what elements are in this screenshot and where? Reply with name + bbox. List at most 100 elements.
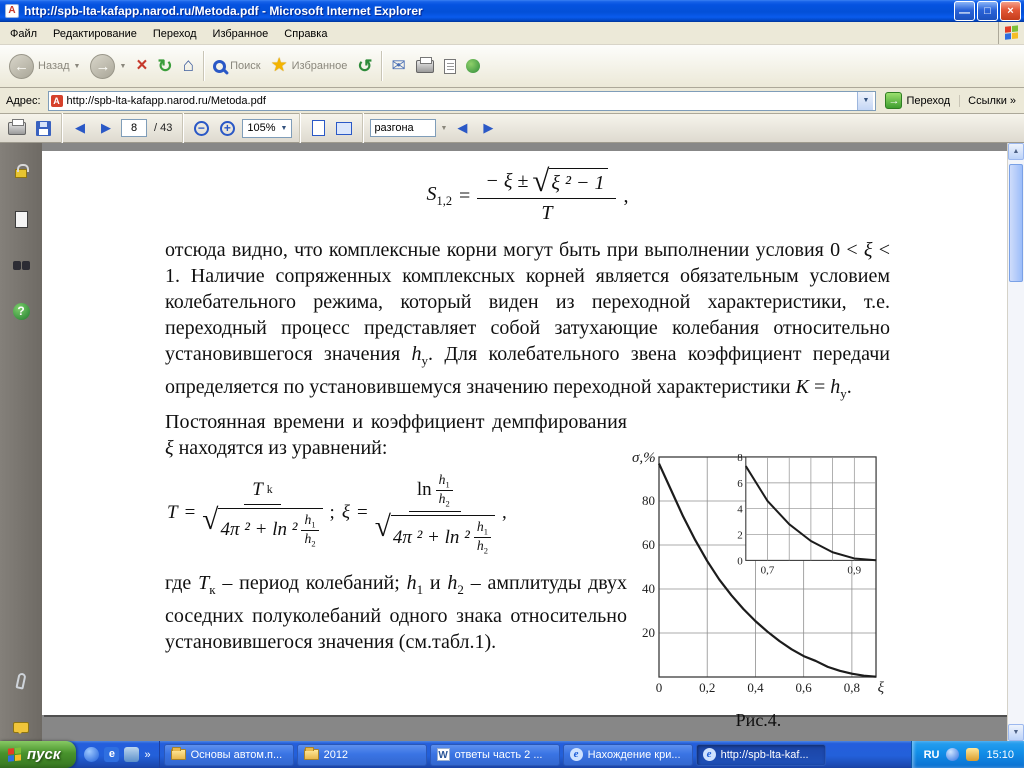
refresh-button[interactable]: ↻ — [154, 53, 177, 79]
maximize-button[interactable]: □ — [977, 1, 998, 21]
title-bar: A http://spb-lta-kafapp.narod.ru/Metoda.… — [0, 0, 1024, 22]
edit-page-icon — [443, 58, 456, 74]
acrobat-search-dropdown-icon[interactable]: ▼ — [440, 125, 447, 132]
back-dropdown-icon[interactable]: ▼ — [74, 63, 81, 70]
find-previous-button[interactable]: ◀ — [451, 117, 473, 139]
forward-button[interactable]: → ▼ — [86, 51, 130, 82]
close-button[interactable]: × — [1000, 1, 1021, 21]
f1-numerator: − ξ ± √ ξ ² − 1 — [477, 165, 617, 199]
figure-caption: Рис.4. — [735, 710, 782, 730]
address-dropdown-icon[interactable]: ▼ — [857, 91, 874, 110]
acrobat-save-button[interactable] — [32, 117, 54, 139]
mail-button[interactable]: ✉ — [387, 53, 409, 79]
next-page-icon: ▶ — [101, 120, 111, 135]
menu-item-Избранное[interactable]: Избранное — [205, 24, 277, 44]
minimize-button[interactable]: — — [954, 1, 975, 21]
zoom-out-button[interactable]: − — [190, 117, 212, 139]
search-label: Поиск — [230, 60, 261, 72]
two-column-section: Постоянная времени и коэффициент демпфир… — [165, 409, 890, 731]
f2-xi: ξ — [341, 502, 350, 524]
fit-width-button[interactable] — [333, 117, 355, 139]
home-button[interactable]: ⌂ — [179, 53, 198, 79]
task-buttons: Основы автом.п... 2012 Wответы часть 2 ...… — [160, 741, 911, 768]
zoom-in-button[interactable]: + — [216, 117, 238, 139]
task-button-label: Нахождение кри... — [587, 748, 681, 761]
menu-item-Файл[interactable]: Файл — [2, 24, 45, 44]
scroll-down-button[interactable]: ▼ — [1008, 724, 1024, 741]
task-button[interactable]: Основы автом.п... — [163, 743, 294, 766]
language-indicator[interactable]: RU — [924, 749, 940, 761]
formula-t-xi: T = Tk √ 4π ² + ln ² h1 h2 ; ξ = ln h1 h… — [167, 471, 627, 556]
search-button[interactable]: Поиск — [209, 57, 264, 76]
f1-equals: = — [459, 184, 471, 207]
zoom-out-icon: − — [193, 120, 209, 136]
tray-icon-2[interactable] — [966, 748, 980, 761]
help-button[interactable]: ? — [7, 297, 35, 325]
comments-button[interactable] — [7, 713, 35, 741]
task-button[interactable]: Wответы часть 2 ... — [429, 743, 560, 766]
history-icon: ↺ — [357, 56, 373, 76]
history-button[interactable]: ↺ — [353, 53, 376, 79]
acrobat-print-button[interactable] — [6, 117, 28, 139]
back-button[interactable]: ← Назад ▼ — [5, 51, 84, 82]
quick-launch-icon-3[interactable] — [124, 747, 140, 762]
fit-page-button[interactable] — [307, 117, 329, 139]
favorites-star-icon: ★ — [270, 55, 288, 76]
quick-launch-chevron-icon[interactable]: » — [144, 749, 150, 761]
vertical-scrollbar[interactable]: ▲ ▼ — [1007, 143, 1024, 741]
back-label: Назад — [38, 60, 70, 72]
search-results-button[interactable] — [7, 251, 35, 279]
next-page-button[interactable]: ▶ — [95, 117, 117, 139]
menu-item-Редактирование[interactable]: Редактирование — [45, 24, 145, 44]
address-label: Адрес: — [6, 94, 41, 107]
links-label: Ссылки — [968, 94, 1007, 107]
quick-launch-ie-icon[interactable]: e — [104, 747, 120, 762]
task-button[interactable]: e http://spb-lta-kaf... — [695, 743, 826, 766]
attachments-button[interactable] — [7, 667, 35, 695]
address-input[interactable] — [66, 94, 854, 107]
task-button[interactable]: e Нахождение кри... — [562, 743, 693, 766]
forward-dropdown-icon[interactable]: ▼ — [119, 63, 126, 70]
go-button[interactable]: → Переход — [881, 91, 954, 110]
svg-text:4: 4 — [737, 504, 743, 516]
start-button[interactable]: пуск — [0, 741, 77, 768]
stop-button[interactable]: × — [132, 53, 151, 79]
page-number-input[interactable] — [121, 119, 147, 137]
zoom-dropdown-icon[interactable]: ▼ — [281, 125, 288, 132]
previous-page-icon: ◀ — [75, 120, 85, 135]
acrobat-search-input[interactable] — [370, 119, 437, 137]
find-next-icon: ▶ — [483, 120, 494, 135]
scroll-thumb[interactable] — [1009, 164, 1023, 282]
favorites-label: Избранное — [291, 60, 348, 72]
address-bar: Адрес: A ▼ → Переход Ссылки » — [0, 88, 1024, 114]
messenger-button[interactable] — [462, 56, 484, 76]
menu-items: Файл Редактирование Переход Избранное Справк… — [2, 24, 335, 42]
scroll-up-button[interactable]: ▲ — [1008, 143, 1024, 160]
zoom-level-select[interactable]: 105% ▼ — [242, 118, 293, 138]
back-icon: ← — [9, 53, 34, 79]
pages-panel-button[interactable] — [7, 205, 35, 233]
task-button-label: http://spb-lta-kaf... — [720, 748, 809, 761]
ie-toolbar: ← Назад ▼ → ▼ × ↻ ⌂ Поиск ★ Избранное ↺ … — [0, 45, 1024, 88]
document-security-button[interactable] — [7, 159, 35, 187]
print-button[interactable] — [412, 56, 438, 76]
tray-icon-1[interactable] — [946, 748, 960, 761]
links-button[interactable]: Ссылки » — [959, 94, 1020, 107]
toolbar-separator — [299, 113, 301, 143]
favorites-button[interactable]: ★ Избранное — [267, 53, 352, 79]
task-button[interactable]: 2012 — [296, 743, 427, 766]
clock: 15:10 — [986, 748, 1014, 761]
menu-item-Переход[interactable]: Переход — [145, 24, 205, 44]
quick-launch-icon-1[interactable] — [84, 747, 100, 762]
edit-button[interactable] — [440, 56, 460, 77]
acrobat-toolbar: ◀ ▶ / 43 − + 105% ▼ ▼ ◀ ▶ — [0, 113, 1024, 143]
f2-semicolon: ; — [329, 502, 335, 524]
overshoot-plot: 0 0,2 0,4 0,6 0,8 20 40 60 80 σ,% ξ 0 2 4 6 8 0,7 0,9 — [632, 450, 885, 696]
find-next-button[interactable]: ▶ — [477, 117, 499, 139]
ie-icon: e — [702, 748, 716, 761]
menu-item-Справка[interactable]: Справка — [276, 24, 335, 44]
svg-text:2: 2 — [737, 530, 743, 542]
previous-page-button[interactable]: ◀ — [69, 117, 91, 139]
svg-text:80: 80 — [642, 493, 655, 508]
pdf-page-icon: A — [5, 4, 19, 18]
